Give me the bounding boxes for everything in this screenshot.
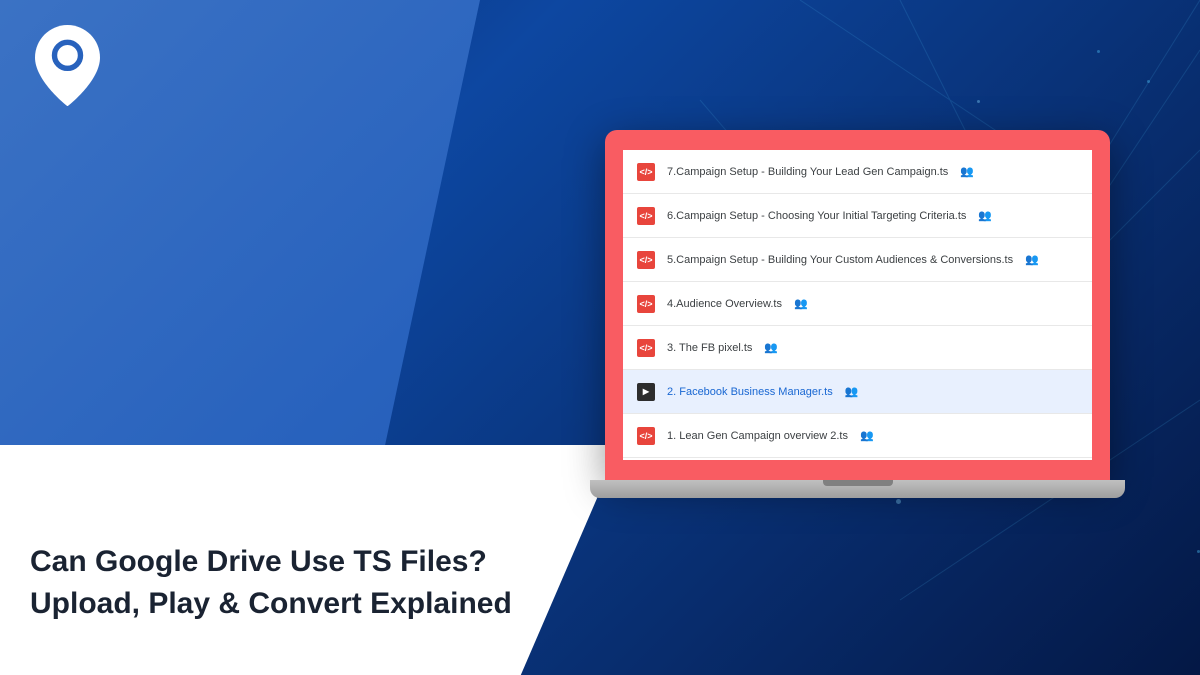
file-row[interactable]: </> 4.Audience Overview.ts 👥 [623, 282, 1092, 326]
file-row[interactable]: </> 7.Campaign Setup - Building Your Lead… [623, 150, 1092, 194]
shared-icon: 👥 [1025, 253, 1039, 266]
code-file-icon: </> [637, 427, 655, 445]
pin-logo-icon [35, 25, 100, 105]
shared-icon: 👥 [978, 209, 992, 222]
code-file-icon: </> [637, 251, 655, 269]
laptop-base [590, 480, 1125, 498]
headline-line-2: Upload, Play & Convert Explained [30, 587, 512, 620]
shared-icon: 👥 [794, 297, 808, 310]
file-row[interactable]: </> 6.Campaign Setup - Choosing Your Init… [623, 194, 1092, 238]
file-name: 4.Audience Overview.ts [667, 298, 782, 310]
headline-line-1: Can Google Drive Use TS Files? [30, 545, 487, 578]
file-name: 3. The FB pixel.ts [667, 342, 752, 354]
shared-icon: 👥 [860, 429, 874, 442]
shared-icon: 👥 [764, 341, 778, 354]
laptop-illustration: </> 7.Campaign Setup - Building Your Lead… [590, 130, 1125, 525]
file-name: 5.Campaign Setup - Building Your Custom … [667, 254, 1013, 266]
code-file-icon: </> [637, 207, 655, 225]
code-file-icon: </> [637, 295, 655, 313]
laptop-screen: </> 7.Campaign Setup - Building Your Lead… [605, 130, 1110, 480]
file-row[interactable]: 2. Facebook Business Manager.ts 👥 [623, 370, 1092, 414]
file-row[interactable]: </> 1. Lean Gen Campaign overview 2.ts 👥 [623, 414, 1092, 458]
video-file-icon [637, 383, 655, 401]
shared-icon: 👥 [960, 165, 974, 178]
file-name: 2. Facebook Business Manager.ts [667, 386, 833, 398]
file-name: 1. Lean Gen Campaign overview 2.ts [667, 430, 848, 442]
headline-text: Can Google Drive Use TS Files? Upload, P… [30, 541, 512, 625]
file-name: 7.Campaign Setup - Building Your Lead Ge… [667, 166, 948, 178]
file-row[interactable]: </> 3. The FB pixel.ts 👥 [623, 326, 1092, 370]
shared-icon: 👥 [845, 385, 859, 398]
code-file-icon: </> [637, 339, 655, 357]
file-list: </> 7.Campaign Setup - Building Your Lead… [623, 150, 1092, 460]
file-name: 6.Campaign Setup - Choosing Your Initial… [667, 210, 966, 222]
code-file-icon: </> [637, 163, 655, 181]
file-row[interactable]: </> 5.Campaign Setup - Building Your Cust… [623, 238, 1092, 282]
